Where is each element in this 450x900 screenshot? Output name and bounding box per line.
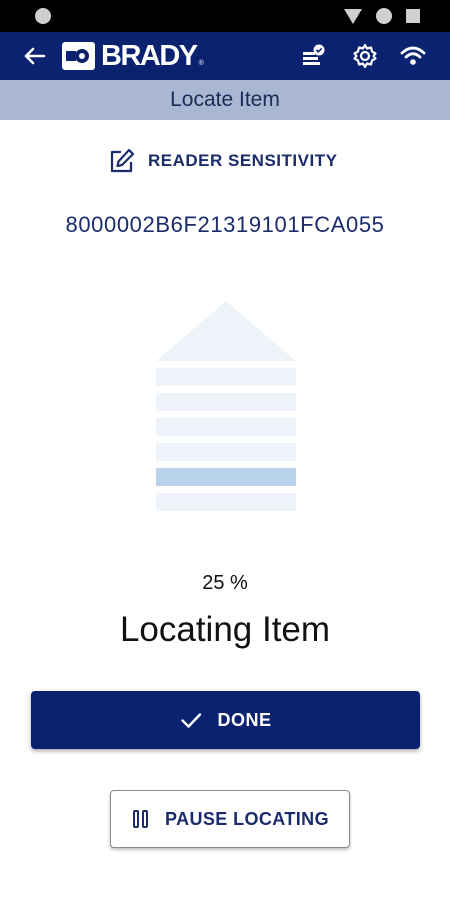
gear-icon <box>353 43 377 69</box>
reader-sensitivity-label: READER SENSITIVITY <box>148 151 338 170</box>
pause-locating-button[interactable]: PAUSE LOCATING <box>110 790 350 848</box>
trademark-mark: ® <box>198 60 204 67</box>
arrow-left-icon <box>24 47 46 65</box>
pause-icon <box>133 810 149 828</box>
settings-button[interactable] <box>351 42 379 70</box>
reader-connected-icon <box>303 44 325 65</box>
indicator-bar <box>156 443 296 461</box>
indicator-bar <box>156 493 296 511</box>
progress-percent: 25 % <box>202 572 248 594</box>
back-button[interactable] <box>18 40 50 72</box>
notification-dot-icon <box>35 8 51 24</box>
system-status-icons <box>344 8 420 24</box>
edit-icon <box>110 148 135 173</box>
system-status-bar <box>0 0 450 32</box>
check-icon <box>181 713 202 728</box>
brady-logo-mark-icon <box>62 42 95 70</box>
locating-status: Locating Item <box>119 610 331 649</box>
wifi-icon <box>400 46 426 65</box>
pause-locating-label: PAUSE LOCATING <box>165 808 329 829</box>
page-title: Locate Item <box>170 88 280 111</box>
indicator-bar <box>156 418 296 436</box>
page-title-bar: Locate Item <box>0 80 450 120</box>
indicator-bar <box>156 368 296 386</box>
wifi-button[interactable] <box>399 42 427 70</box>
app-bar: BRADY ® <box>0 32 450 80</box>
done-button[interactable]: DONE <box>31 691 420 749</box>
indicator-bar <box>156 393 296 411</box>
battery-icon <box>406 9 420 23</box>
reader-status-button[interactable] <box>299 42 327 70</box>
reader-sensitivity-button[interactable]: READER SENSITIVITY <box>108 146 337 176</box>
indicator-bar <box>156 468 296 486</box>
brand-logo: BRADY ® <box>62 41 204 71</box>
proximity-indicator <box>156 301 296 511</box>
done-button-label: DONE <box>217 709 272 730</box>
signal-icon <box>344 8 362 24</box>
brand-name: BRADY <box>101 40 198 72</box>
tag-epc: 8000002B6F21319101FCA055 <box>65 212 385 237</box>
indicator-arrow-head <box>156 301 296 361</box>
network-icon <box>376 8 392 24</box>
